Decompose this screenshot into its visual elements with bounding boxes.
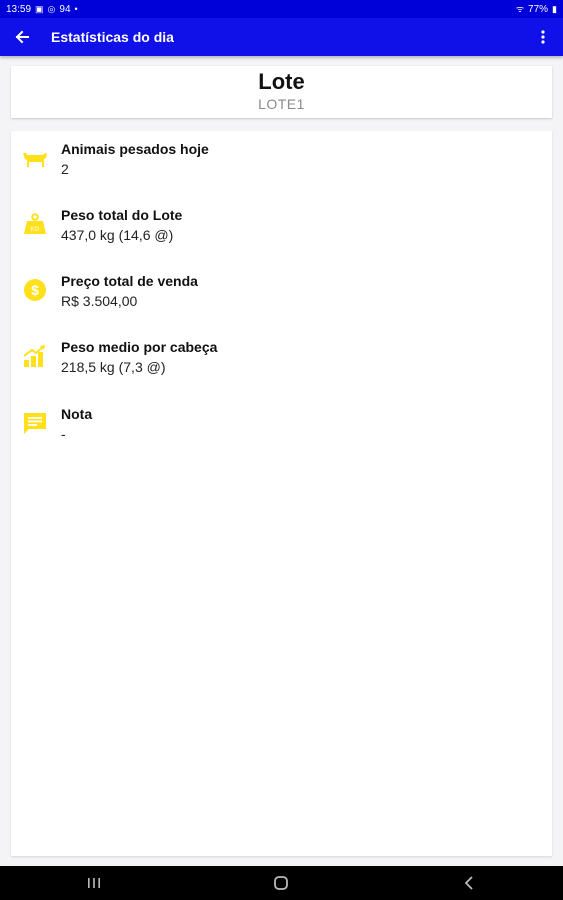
- sync-icon: ◎: [47, 4, 56, 14]
- dot-icon: •: [74, 4, 78, 14]
- weight-icon: KG: [24, 213, 46, 234]
- page-title: Estatísticas do dia: [51, 29, 174, 45]
- stat-value: -: [61, 426, 66, 442]
- back-button[interactable]: [2, 18, 42, 56]
- recents-icon: [87, 878, 100, 888]
- lote-title: Lote: [258, 69, 305, 94]
- app-bar: Estatísticas do dia: [0, 18, 563, 56]
- dollar-coin-icon: $: [24, 279, 46, 301]
- home-icon: [274, 876, 289, 890]
- system-nav-bar: [0, 866, 563, 900]
- stats-card: Animais pesados hoje 2 KG Peso total do …: [11, 131, 552, 856]
- stat-label: Peso medio por cabeça: [61, 339, 218, 355]
- stat-label: Nota: [61, 406, 93, 422]
- gallery-icon: ▣: [35, 4, 44, 14]
- recents-button[interactable]: [64, 866, 124, 900]
- more-vert-icon: [541, 30, 545, 44]
- stat-preco-total: $ Preço total de venda R$ 3.504,00: [11, 267, 552, 311]
- stat-peso-total: KG Peso total do Lote 437,0 kg (14,6 @): [11, 201, 552, 245]
- battery-level: 77%: [528, 3, 549, 15]
- wifi-icon: ᯤ: [515, 4, 525, 14]
- note-icon: [24, 413, 46, 434]
- svg-text:$: $: [31, 282, 39, 298]
- stat-value: 437,0 kg (14,6 @): [61, 227, 174, 243]
- stat-value: R$ 3.504,00: [61, 293, 138, 309]
- cow-icon: [23, 153, 47, 167]
- stat-label: Peso total do Lote: [61, 207, 183, 223]
- status-indicator: 94: [59, 3, 71, 15]
- home-button[interactable]: [251, 866, 311, 900]
- stat-nota: Nota -: [11, 400, 552, 444]
- lote-header-card: Lote LOTE1: [11, 66, 552, 118]
- status-bar: 13:59 ▣ ◎ 94 • ᯤ 77% ▮: [0, 0, 563, 18]
- bar-chart-icon: [23, 345, 45, 367]
- stat-label: Preço total de venda: [61, 273, 198, 289]
- lote-code: LOTE1: [258, 96, 305, 112]
- svg-text:KG: KG: [31, 227, 40, 233]
- battery-icon: ▮: [552, 4, 557, 14]
- stat-value: 2: [61, 161, 69, 177]
- stat-peso-medio: Peso medio por cabeça 218,5 kg (7,3 @): [11, 333, 552, 377]
- back-nav-button[interactable]: [439, 866, 499, 900]
- stat-animais-pesados: Animais pesados hoje 2: [11, 135, 552, 179]
- chevron-left-icon: [464, 876, 473, 890]
- stat-value: 218,5 kg (7,3 @): [61, 359, 166, 375]
- arrow-left-icon: [15, 30, 29, 44]
- stat-label: Animais pesados hoje: [61, 141, 209, 157]
- status-time: 13:59: [6, 3, 32, 15]
- overflow-menu-button[interactable]: [523, 18, 563, 56]
